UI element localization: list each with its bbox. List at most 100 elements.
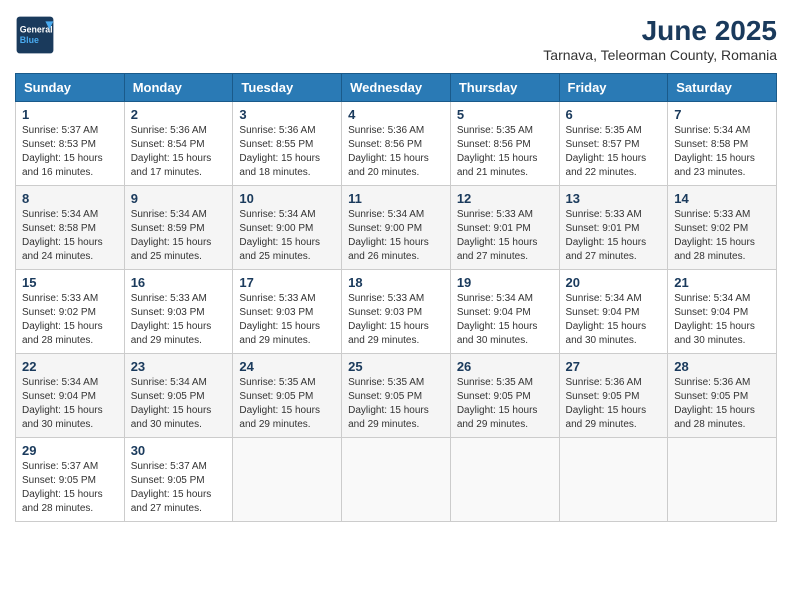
table-cell: 14 Sunrise: 5:33 AMSunset: 9:02 PMDayligh… xyxy=(668,186,777,270)
day-detail: Sunrise: 5:36 AMSunset: 8:55 PMDaylight:… xyxy=(239,124,335,180)
calendar-table: Sunday Monday Tuesday Wednesday Thursday… xyxy=(15,73,777,522)
svg-text:General: General xyxy=(20,25,53,35)
day-number: 25 xyxy=(348,359,444,374)
day-detail: Sunrise: 5:37 AMSunset: 9:05 PMDaylight:… xyxy=(22,460,118,516)
day-number: 16 xyxy=(131,275,227,290)
day-number: 9 xyxy=(131,191,227,206)
day-number: 2 xyxy=(131,107,227,122)
table-cell: 22Sunrise: 5:34 AMSunset: 9:04 PMDayligh… xyxy=(16,354,125,438)
day-detail: Sunrise: 5:33 AMSunset: 9:02 PMDaylight:… xyxy=(674,208,770,264)
col-wednesday: Wednesday xyxy=(342,74,451,102)
calendar-week-row: 8Sunrise: 5:34 AMSunset: 8:58 PMDaylight… xyxy=(16,186,777,270)
day-number: 19 xyxy=(457,275,553,290)
day-detail: Sunrise: 5:33 AMSunset: 9:03 PMDaylight:… xyxy=(131,292,227,348)
day-detail: Sunrise: 5:36 AMSunset: 8:54 PMDaylight:… xyxy=(131,124,227,180)
table-cell: 17 Sunrise: 5:33 AMSunset: 9:03 PMDayligh… xyxy=(233,270,342,354)
table-cell: 28Sunrise: 5:36 AMSunset: 9:05 PMDayligh… xyxy=(668,354,777,438)
table-cell xyxy=(668,438,777,522)
day-number: 8 xyxy=(22,191,118,206)
table-cell xyxy=(450,438,559,522)
day-detail: Sunrise: 5:35 AMSunset: 8:57 PMDaylight:… xyxy=(566,124,662,180)
logo-icon: General Blue xyxy=(15,15,55,55)
day-detail: Sunrise: 5:34 AMSunset: 8:58 PMDaylight:… xyxy=(674,124,770,180)
calendar-week-row: 1 Sunrise: 5:37 AMSunset: 8:53 PMDaylight… xyxy=(16,102,777,186)
table-cell: 20Sunrise: 5:34 AMSunset: 9:04 PMDayligh… xyxy=(559,270,668,354)
day-number: 18 xyxy=(348,275,444,290)
table-cell: 30 Sunrise: 5:37 AMSunset: 9:05 PMDayligh… xyxy=(124,438,233,522)
svg-text:Blue: Blue xyxy=(20,35,39,45)
calendar-body: 1 Sunrise: 5:37 AMSunset: 8:53 PMDaylight… xyxy=(16,102,777,522)
day-number: 30 xyxy=(131,443,227,458)
table-cell: 24 Sunrise: 5:35 AMSunset: 9:05 PMDayligh… xyxy=(233,354,342,438)
day-number: 12 xyxy=(457,191,553,206)
table-cell: 10 Sunrise: 5:34 AMSunset: 9:00 PMDayligh… xyxy=(233,186,342,270)
day-number: 1 xyxy=(22,107,118,122)
table-cell: 2 Sunrise: 5:36 AMSunset: 8:54 PMDaylight… xyxy=(124,102,233,186)
col-thursday: Thursday xyxy=(450,74,559,102)
table-cell: 13 Sunrise: 5:33 AMSunset: 9:01 PMDayligh… xyxy=(559,186,668,270)
day-detail: Sunrise: 5:34 AMSunset: 9:04 PMDaylight:… xyxy=(457,292,553,348)
day-number: 10 xyxy=(239,191,335,206)
table-cell xyxy=(342,438,451,522)
day-detail: Sunrise: 5:35 AMSunset: 9:05 PMDaylight:… xyxy=(457,376,553,432)
day-number: 24 xyxy=(239,359,335,374)
day-detail: Sunrise: 5:37 AMSunset: 9:05 PMDaylight:… xyxy=(131,460,227,516)
table-cell: 12 Sunrise: 5:33 AMSunset: 9:01 PMDayligh… xyxy=(450,186,559,270)
table-cell: 1 Sunrise: 5:37 AMSunset: 8:53 PMDaylight… xyxy=(16,102,125,186)
table-cell: 19 Sunrise: 5:34 AMSunset: 9:04 PMDayligh… xyxy=(450,270,559,354)
day-number: 27 xyxy=(566,359,662,374)
day-detail: Sunrise: 5:33 AMSunset: 9:01 PMDaylight:… xyxy=(457,208,553,264)
day-number: 28 xyxy=(674,359,770,374)
day-number: 22 xyxy=(22,359,118,374)
calendar-week-row: 15Sunrise: 5:33 AMSunset: 9:02 PMDayligh… xyxy=(16,270,777,354)
day-number: 17 xyxy=(239,275,335,290)
day-number: 14 xyxy=(674,191,770,206)
table-cell: 27 Sunrise: 5:36 AMSunset: 9:05 PMDayligh… xyxy=(559,354,668,438)
table-cell: 18 Sunrise: 5:33 AMSunset: 9:03 PMDayligh… xyxy=(342,270,451,354)
table-cell: 6Sunrise: 5:35 AMSunset: 8:57 PMDaylight… xyxy=(559,102,668,186)
table-cell: 23 Sunrise: 5:34 AMSunset: 9:05 PMDayligh… xyxy=(124,354,233,438)
table-cell: 3Sunrise: 5:36 AMSunset: 8:55 PMDaylight… xyxy=(233,102,342,186)
day-detail: Sunrise: 5:33 AMSunset: 9:03 PMDaylight:… xyxy=(348,292,444,348)
day-number: 26 xyxy=(457,359,553,374)
col-friday: Friday xyxy=(559,74,668,102)
day-detail: Sunrise: 5:34 AMSunset: 9:00 PMDaylight:… xyxy=(239,208,335,264)
day-detail: Sunrise: 5:35 AMSunset: 8:56 PMDaylight:… xyxy=(457,124,553,180)
table-cell: 21 Sunrise: 5:34 AMSunset: 9:04 PMDayligh… xyxy=(668,270,777,354)
day-detail: Sunrise: 5:34 AMSunset: 9:04 PMDaylight:… xyxy=(674,292,770,348)
day-detail: Sunrise: 5:35 AMSunset: 9:05 PMDaylight:… xyxy=(239,376,335,432)
table-cell: 26 Sunrise: 5:35 AMSunset: 9:05 PMDayligh… xyxy=(450,354,559,438)
day-detail: Sunrise: 5:33 AMSunset: 9:01 PMDaylight:… xyxy=(566,208,662,264)
day-detail: Sunrise: 5:35 AMSunset: 9:05 PMDaylight:… xyxy=(348,376,444,432)
day-number: 23 xyxy=(131,359,227,374)
table-cell xyxy=(559,438,668,522)
col-monday: Monday xyxy=(124,74,233,102)
day-number: 11 xyxy=(348,191,444,206)
table-cell: 7 Sunrise: 5:34 AMSunset: 8:58 PMDaylight… xyxy=(668,102,777,186)
table-cell: 11 Sunrise: 5:34 AMSunset: 9:00 PMDayligh… xyxy=(342,186,451,270)
col-tuesday: Tuesday xyxy=(233,74,342,102)
day-detail: Sunrise: 5:37 AMSunset: 8:53 PMDaylight:… xyxy=(22,124,118,180)
main-title: June 2025 xyxy=(543,15,777,47)
day-detail: Sunrise: 5:34 AMSunset: 9:00 PMDaylight:… xyxy=(348,208,444,264)
day-number: 15 xyxy=(22,275,118,290)
day-detail: Sunrise: 5:34 AMSunset: 9:04 PMDaylight:… xyxy=(566,292,662,348)
calendar-week-row: 29 Sunrise: 5:37 AMSunset: 9:05 PMDayligh… xyxy=(16,438,777,522)
table-cell: 8Sunrise: 5:34 AMSunset: 8:58 PMDaylight… xyxy=(16,186,125,270)
day-detail: Sunrise: 5:34 AMSunset: 9:05 PMDaylight:… xyxy=(131,376,227,432)
header: General Blue June 2025 Tarnava, Teleorma… xyxy=(15,15,777,63)
table-cell: 25 Sunrise: 5:35 AMSunset: 9:05 PMDayligh… xyxy=(342,354,451,438)
table-cell: 16 Sunrise: 5:33 AMSunset: 9:03 PMDayligh… xyxy=(124,270,233,354)
day-number: 13 xyxy=(566,191,662,206)
day-detail: Sunrise: 5:36 AMSunset: 9:05 PMDaylight:… xyxy=(566,376,662,432)
title-area: June 2025 Tarnava, Teleorman County, Rom… xyxy=(543,15,777,63)
day-detail: Sunrise: 5:33 AMSunset: 9:03 PMDaylight:… xyxy=(239,292,335,348)
table-cell: 5Sunrise: 5:35 AMSunset: 8:56 PMDaylight… xyxy=(450,102,559,186)
day-detail: Sunrise: 5:36 AMSunset: 8:56 PMDaylight:… xyxy=(348,124,444,180)
table-cell: 29 Sunrise: 5:37 AMSunset: 9:05 PMDayligh… xyxy=(16,438,125,522)
day-number: 29 xyxy=(22,443,118,458)
day-number: 21 xyxy=(674,275,770,290)
logo: General Blue xyxy=(15,15,55,55)
day-number: 7 xyxy=(674,107,770,122)
calendar-week-row: 22Sunrise: 5:34 AMSunset: 9:04 PMDayligh… xyxy=(16,354,777,438)
